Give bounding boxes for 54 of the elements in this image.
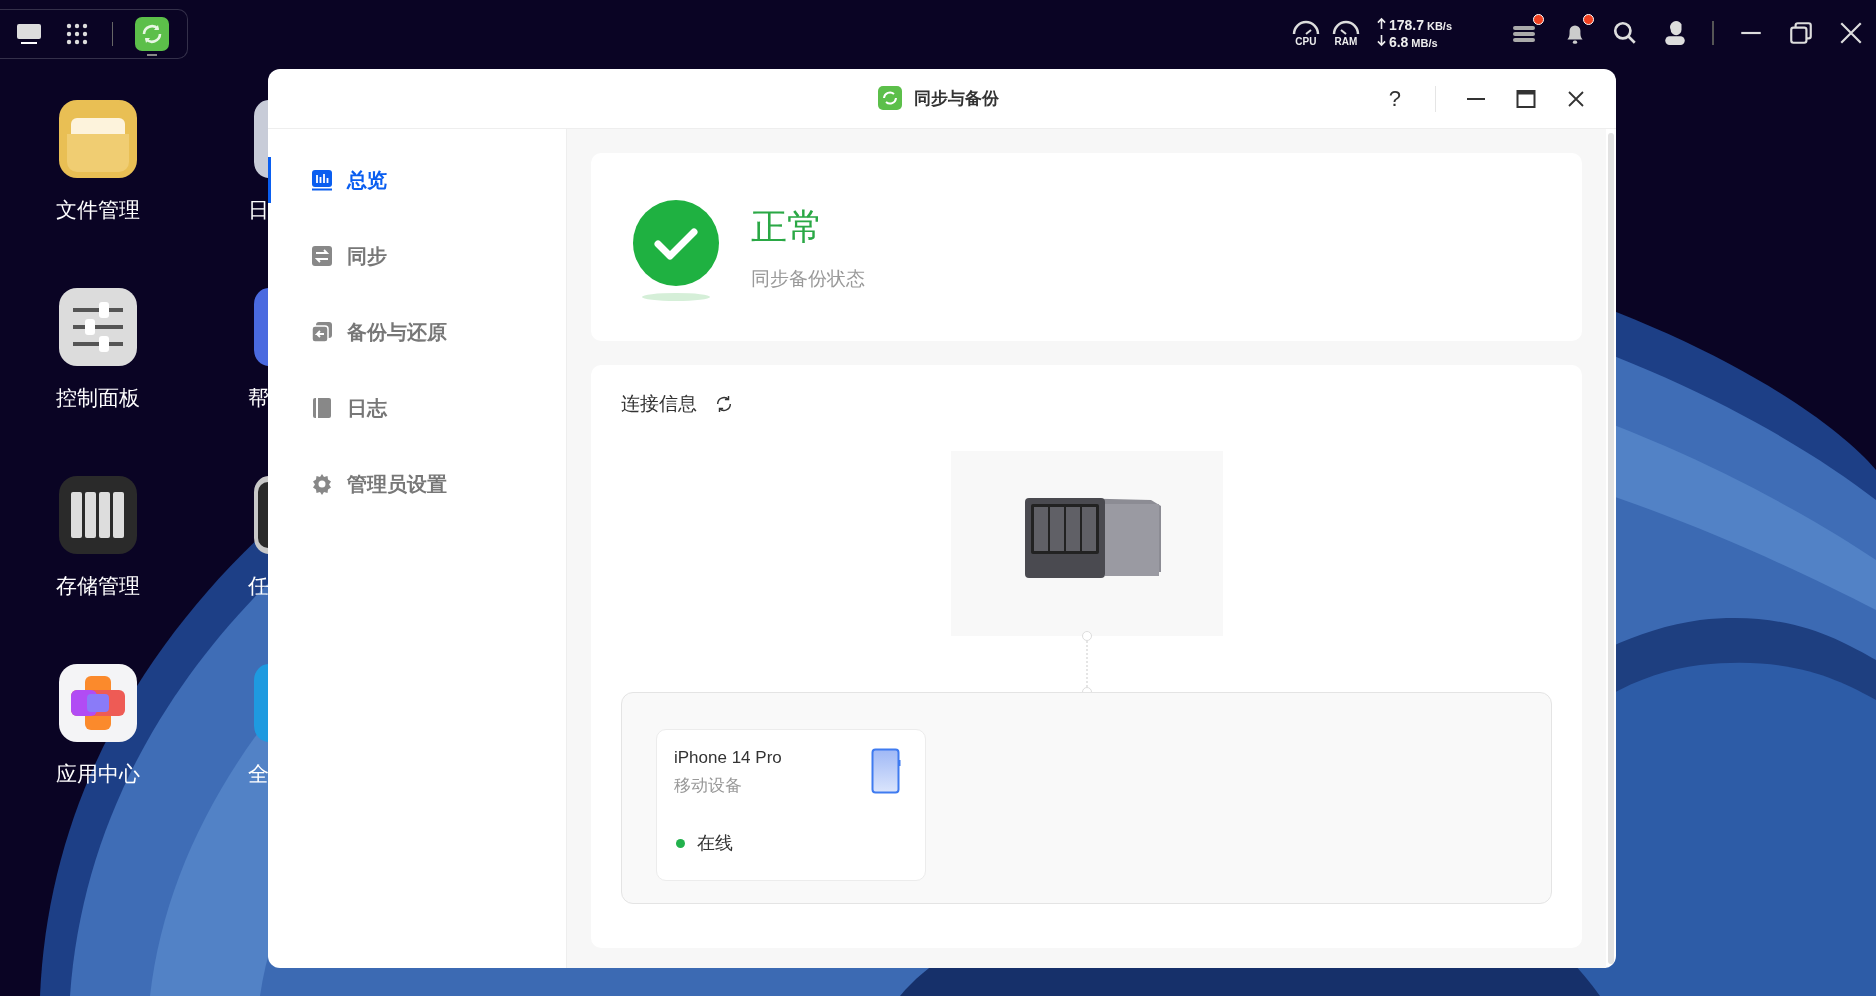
- status-title: 正常: [751, 204, 824, 249]
- backup-icon: [311, 321, 333, 343]
- scrollbar[interactable]: [1608, 133, 1614, 964]
- sync-icon: [311, 245, 333, 267]
- window-title: 同步与备份: [914, 87, 999, 110]
- user-icon[interactable]: [1662, 20, 1688, 46]
- app-label: 帮: [248, 385, 269, 411]
- close-icon[interactable]: [1838, 20, 1864, 46]
- phone-icon: [871, 748, 901, 794]
- restore-icon[interactable]: [1788, 20, 1814, 46]
- download-unit: MB/s: [1411, 36, 1438, 49]
- app-label: 全: [248, 761, 269, 787]
- device-name: iPhone 14 Pro: [674, 748, 782, 768]
- apps-app-icon[interactable]: [59, 664, 137, 742]
- app-label: 应用中心: [56, 761, 140, 787]
- cpu-label: CPU: [1295, 36, 1317, 47]
- app-label: 日: [248, 197, 269, 223]
- app-grid-icon[interactable]: [64, 22, 90, 46]
- sidebar-item[interactable]: 同步: [268, 233, 566, 279]
- app-label: 控制面板: [56, 385, 140, 411]
- app-label: 文件管理: [56, 197, 140, 223]
- device-status: 在线: [697, 832, 733, 855]
- section-title: 连接信息: [621, 392, 697, 416]
- desktop-icon[interactable]: [16, 22, 42, 46]
- device-type: 移动设备: [674, 775, 743, 797]
- status-subtitle: 同步备份状态: [751, 266, 865, 291]
- gauge-icon: [1290, 19, 1321, 35]
- sidebar-item[interactable]: 管理员设置: [268, 461, 566, 507]
- refresh-icon[interactable]: [715, 395, 733, 413]
- search-icon[interactable]: [1612, 20, 1638, 46]
- sync-app-icon: [878, 86, 902, 110]
- sliders-app-icon[interactable]: [59, 288, 137, 366]
- upload-unit: KB/s: [1426, 19, 1452, 32]
- download-speed: 6.8: [1388, 33, 1409, 50]
- settings-icon: [311, 473, 333, 495]
- device-card[interactable]: iPhone 14 Pro 移动设备 在线: [656, 729, 926, 881]
- gauge-icon: [1330, 19, 1361, 35]
- log-icon: [311, 397, 333, 419]
- help-button[interactable]: ?: [1384, 85, 1405, 112]
- sidebar-item[interactable]: 备份与还原: [268, 309, 566, 355]
- upload-speed: 178.7: [1388, 16, 1424, 33]
- up-arrow-icon: [1376, 16, 1386, 30]
- app-label: 任: [248, 573, 269, 599]
- maximize-icon[interactable]: [1516, 88, 1536, 109]
- storage-app-icon[interactable]: [59, 476, 137, 554]
- app-label: 存储管理: [56, 573, 140, 599]
- folder-app-icon[interactable]: [59, 100, 137, 178]
- check-icon: [631, 199, 721, 301]
- ram-label: RAM: [1334, 36, 1358, 47]
- sync-app-icon[interactable]: [135, 17, 169, 57]
- overview-icon: [311, 169, 333, 191]
- down-arrow-icon: [1376, 33, 1386, 47]
- sidebar-item[interactable]: 日志: [268, 385, 566, 431]
- close-icon[interactable]: [1566, 88, 1586, 109]
